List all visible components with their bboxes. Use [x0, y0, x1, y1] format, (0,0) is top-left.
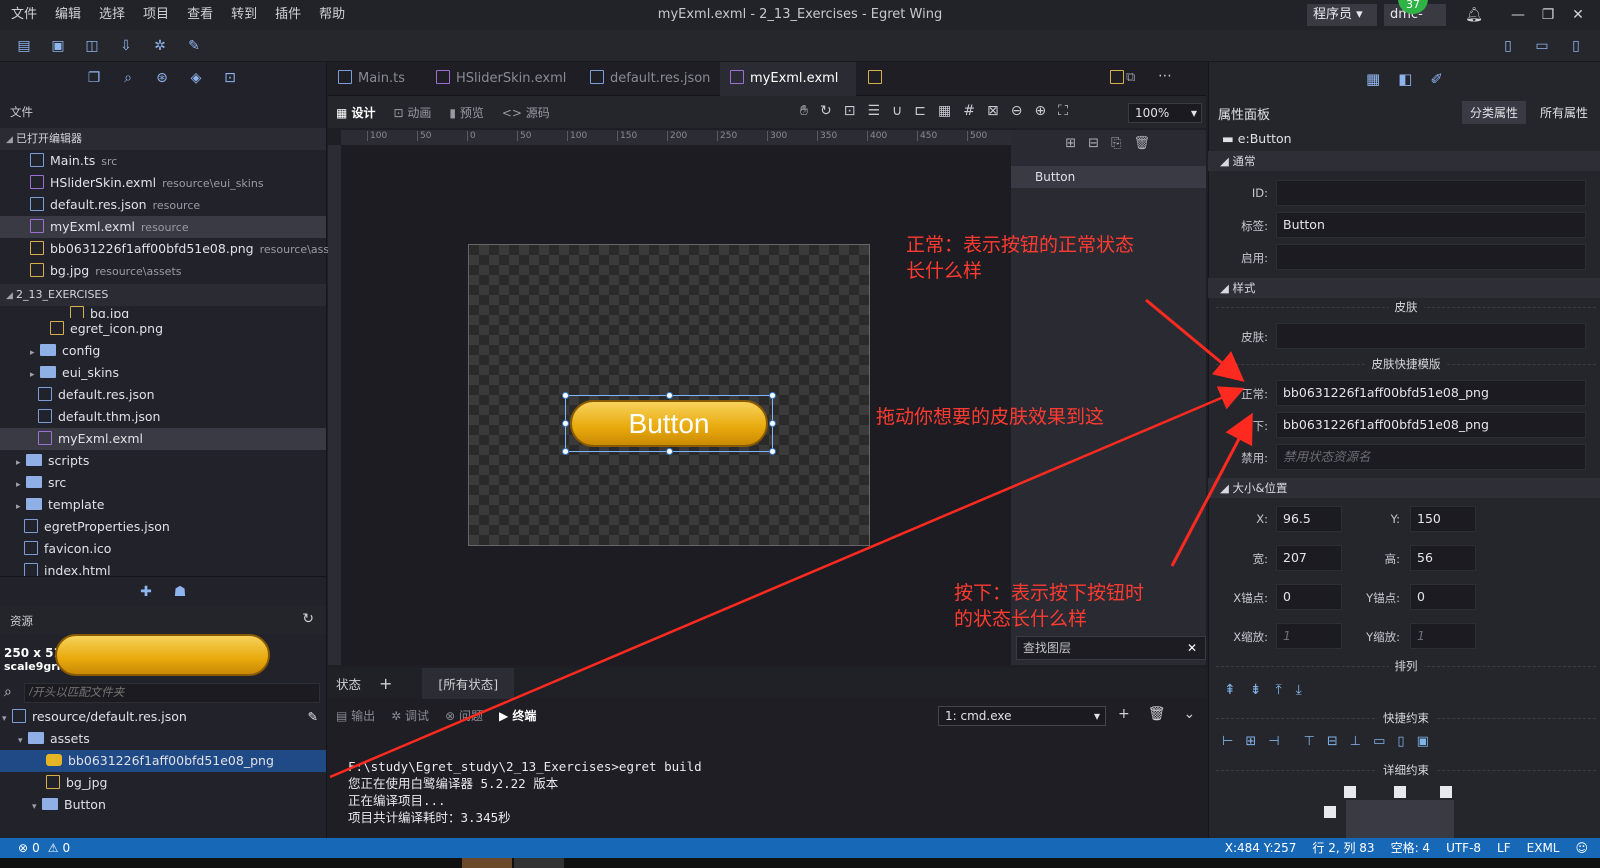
arrow-drag	[329, 386, 1245, 779]
arrow-down	[1170, 412, 1253, 567]
arrow-normal	[1145, 298, 1245, 382]
annotation-arrows	[329, 298, 1253, 779]
